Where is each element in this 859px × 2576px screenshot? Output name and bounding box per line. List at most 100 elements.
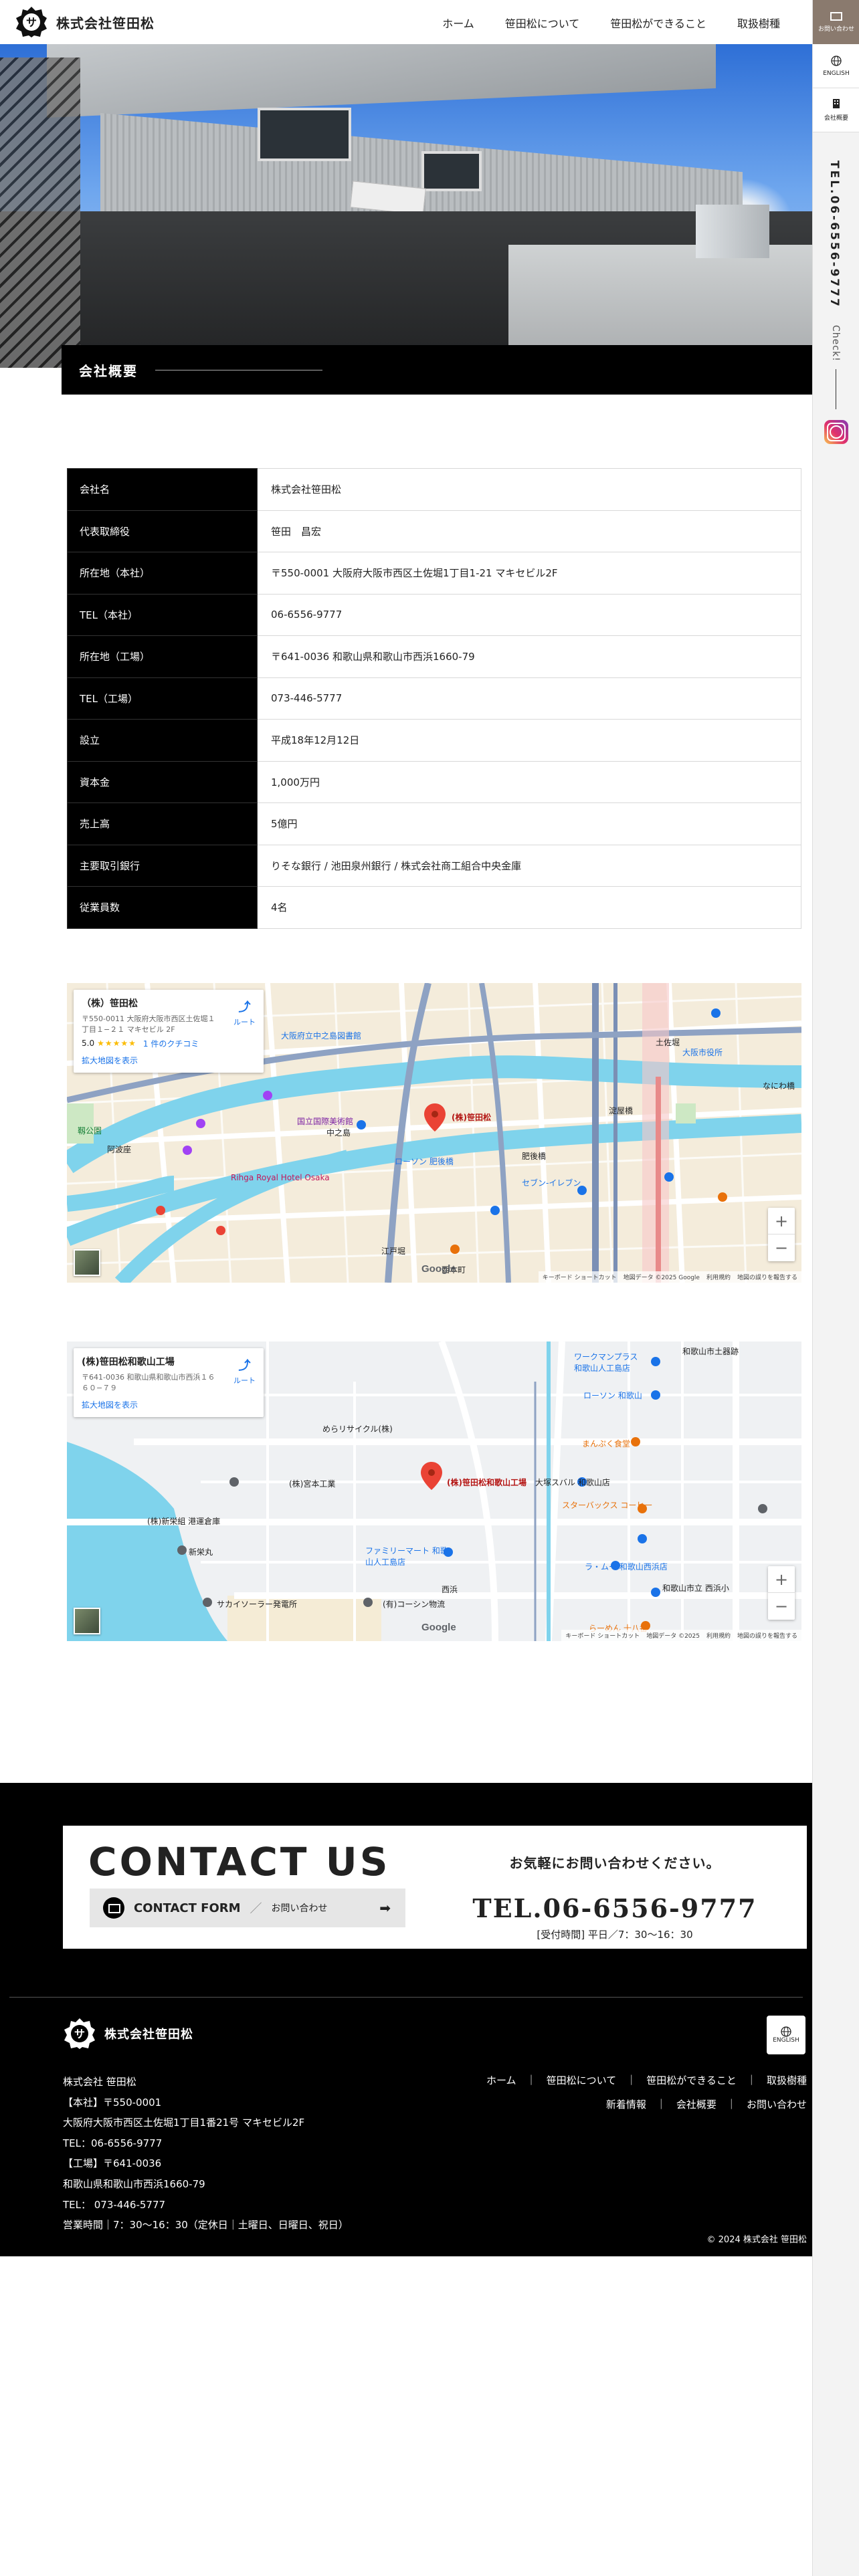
side-english-button[interactable]: ENGLISH bbox=[813, 44, 859, 88]
footer-nav-news[interactable]: 新着情報 bbox=[606, 2097, 646, 2111]
map-place-address: 〒641-0036 和歌山県和歌山市西浜１６６０−７９ bbox=[82, 1373, 215, 1392]
envelope-icon bbox=[830, 11, 842, 21]
side-contact-label: お問い合わせ bbox=[818, 25, 854, 33]
footer-nav-contact[interactable]: お問い合わせ bbox=[747, 2097, 807, 2111]
map-footer-link[interactable]: キーボード ショートカット bbox=[543, 1273, 617, 1281]
footer-nav-home[interactable]: ホーム bbox=[486, 2073, 516, 2087]
map-footer-link[interactable]: 地図の誤りを報告する bbox=[737, 1273, 797, 1281]
footer-info-line: 【本社】〒550-0001 bbox=[63, 2096, 162, 2109]
map-label: 西浜 bbox=[442, 1585, 458, 1594]
map-place-title: （株）笹田松 bbox=[82, 998, 138, 1009]
svg-text:サ: サ bbox=[74, 2028, 85, 2040]
map-footer-link[interactable]: 利用規約 bbox=[706, 1273, 731, 1281]
company-field-label: TEL（工場） bbox=[67, 677, 258, 720]
map-footer-link[interactable]: 利用規約 bbox=[706, 1631, 731, 1640]
directions-icon: ⤴ bbox=[238, 1000, 251, 1014]
map-label: 淀屋橋 bbox=[609, 1106, 634, 1115]
company-logo-icon: サ bbox=[64, 2018, 95, 2049]
map-label: めらリサイクル(株) bbox=[322, 1424, 393, 1434]
map-footer-text: 地図データ ©2025 bbox=[646, 1633, 700, 1640]
contact-footer-section: CONTACT US CONTACT FORM ／ お問い合わせ ➡ お気軽にお… bbox=[0, 1783, 812, 2256]
company-field-value: 〒641-0036 和歌山県和歌山市西浜1660-79 bbox=[257, 635, 801, 678]
side-tel[interactable]: TEL.06-6556-9777 bbox=[828, 160, 841, 308]
contact-form-label: CONTACT FORM bbox=[134, 1901, 241, 1915]
hero-tanks bbox=[696, 205, 769, 258]
map-label: まんぷく食堂 bbox=[582, 1439, 631, 1448]
footer-english-button[interactable]: ENGLISH bbox=[767, 2016, 805, 2054]
side-english-label: ENGLISH bbox=[823, 70, 850, 77]
map-enlarge-link[interactable]: 拡大地図を表示 bbox=[82, 1399, 256, 1410]
zoom-in-button[interactable]: + bbox=[768, 1566, 795, 1593]
map-wakayama[interactable]: (株)笹田松和歌山工場 ワークマンプラス 和歌山人工島店 ローソン 和歌山 めら… bbox=[67, 1341, 801, 1641]
contact-tel[interactable]: TEL.06-6556-9777 bbox=[451, 1893, 779, 1923]
company-field-value: 06-6556-9777 bbox=[257, 593, 801, 636]
map-route-button[interactable]: ⤴ ルート bbox=[233, 998, 256, 1027]
map-route-button[interactable]: ⤴ ルート bbox=[233, 1356, 256, 1386]
map-label: スターバックス コーヒー bbox=[562, 1501, 653, 1510]
header-brand-name: 株式会社笹田松 bbox=[56, 15, 155, 31]
arrow-right-icon: ➡ bbox=[379, 1900, 391, 1916]
star-icon: ★★★★★ bbox=[97, 1039, 136, 1049]
footer-info-line: 【工場】〒641-0036 bbox=[63, 2157, 162, 2170]
company-field-value: 1,000万円 bbox=[257, 760, 801, 803]
hero-window bbox=[421, 151, 482, 191]
header-logo[interactable]: サ 株式会社笹田松 bbox=[15, 5, 155, 39]
map-zoom-control: + − bbox=[768, 1566, 795, 1620]
google-logo: Google bbox=[421, 1622, 456, 1633]
footer-nav-about[interactable]: 笹田松について bbox=[547, 2073, 617, 2087]
satellite-toggle[interactable] bbox=[74, 1608, 100, 1634]
map-label: 大阪市役所 bbox=[682, 1048, 723, 1057]
footer-nav-wood-species[interactable]: 取扱樹種 bbox=[767, 2073, 807, 2087]
map-reviews-link[interactable]: 1 件のクチコミ bbox=[143, 1038, 199, 1049]
map-label: 大阪府立中之島図書館 bbox=[281, 1031, 362, 1041]
page-title-bar: 会社概要 bbox=[62, 345, 812, 395]
map-label: ファミリーマート 和歌山人工島店 bbox=[365, 1546, 448, 1567]
zoom-out-button[interactable]: − bbox=[768, 1593, 795, 1620]
map-label: (有)コーシン物流 bbox=[383, 1600, 446, 1609]
side-company-button[interactable]: 会社概要 bbox=[813, 88, 859, 132]
google-logo: Google bbox=[421, 1263, 456, 1275]
map-label: 国立国際美術館 bbox=[297, 1117, 354, 1126]
map-rating-value: 5.0 bbox=[82, 1039, 95, 1049]
globe-icon bbox=[781, 2026, 791, 2037]
map-label: Rihga Royal Hotel Osaka bbox=[231, 1173, 330, 1182]
map-footer: キーボード ショートカット 地図データ ©2025 Google 利用規約 地図… bbox=[538, 1271, 801, 1283]
company-field-value: 笹田 昌宏 bbox=[257, 510, 801, 552]
footer-logo[interactable]: サ 株式会社笹田松 bbox=[63, 2017, 193, 2050]
map-footer-link[interactable]: 地図の誤りを報告する bbox=[737, 1631, 797, 1640]
map-zoom-control: + − bbox=[768, 1208, 795, 1261]
company-table-row: 設立 平成18年12月12日 bbox=[67, 719, 801, 762]
footer-nav-services[interactable]: 笹田松ができること bbox=[646, 2073, 737, 2087]
contact-form-button[interactable]: CONTACT FORM ／ お問い合わせ ➡ bbox=[90, 1889, 405, 1927]
zoom-out-button[interactable]: − bbox=[768, 1235, 795, 1261]
contact-question: お気軽にお問い合わせください。 bbox=[509, 1855, 721, 1871]
building-icon bbox=[833, 99, 840, 108]
nav-services[interactable]: 笹田松ができること bbox=[610, 15, 706, 31]
map-route-label: ルート bbox=[233, 1376, 256, 1385]
footer-nav-primary: ホーム | 笹田松について | 笹田松ができること | 取扱樹種 bbox=[486, 2073, 807, 2087]
zoom-in-button[interactable]: + bbox=[768, 1208, 795, 1235]
hero-window bbox=[258, 108, 351, 161]
footer-info-line: 和歌山県和歌山市西浜1660-79 bbox=[63, 2177, 205, 2190]
company-field-label: 所在地（工場） bbox=[67, 635, 258, 678]
map-osaka[interactable]: (株)笹田松 国立国際美術館 中之島 Rihga Royal Hotel Osa… bbox=[67, 983, 801, 1283]
footer-info-line: TEL：06-6556-9777 bbox=[63, 2137, 163, 2149]
map-enlarge-link[interactable]: 拡大地図を表示 bbox=[82, 1055, 256, 1066]
instagram-icon[interactable] bbox=[824, 420, 848, 444]
map-label: なにわ橋 bbox=[763, 1081, 795, 1091]
contact-form-sub: お問い合わせ bbox=[271, 1903, 328, 1914]
satellite-toggle[interactable] bbox=[74, 1249, 100, 1276]
footer-nav-company[interactable]: 会社概要 bbox=[676, 2097, 717, 2111]
nav-home[interactable]: ホーム bbox=[442, 15, 474, 31]
company-table-row: 主要取引銀行 りそな銀行 / 池田泉州銀行 / 株式会社商工組合中央金庫 bbox=[67, 844, 801, 887]
company-field-label: 会社名 bbox=[67, 468, 258, 511]
company-table: 会社名 株式会社笹田松 代表取締役 笹田 昌宏 所在地（本社） 〒550-0001 大阪府… bbox=[67, 468, 801, 929]
map-footer: キーボード ショートカット 地図データ ©2025 利用規約 地図の誤りを報告す… bbox=[561, 1630, 801, 1641]
map-info-card: （株）笹田松 〒550-0011 大阪府大阪市西区土佐堀１丁目１−２１ マキセビ… bbox=[74, 990, 264, 1073]
map-footer-link[interactable]: キーボード ショートカット bbox=[565, 1631, 640, 1640]
side-contact-button[interactable]: お問い合わせ bbox=[813, 0, 859, 44]
map-label: ローソン 肥後橋 bbox=[395, 1157, 454, 1166]
nav-wood-species[interactable]: 取扱樹種 bbox=[737, 15, 780, 31]
contact-phone-block: お気軽にお問い合わせください。 TEL.06-6556-9777 [受付時間] … bbox=[451, 1852, 779, 1941]
nav-about[interactable]: 笹田松について bbox=[505, 15, 580, 31]
